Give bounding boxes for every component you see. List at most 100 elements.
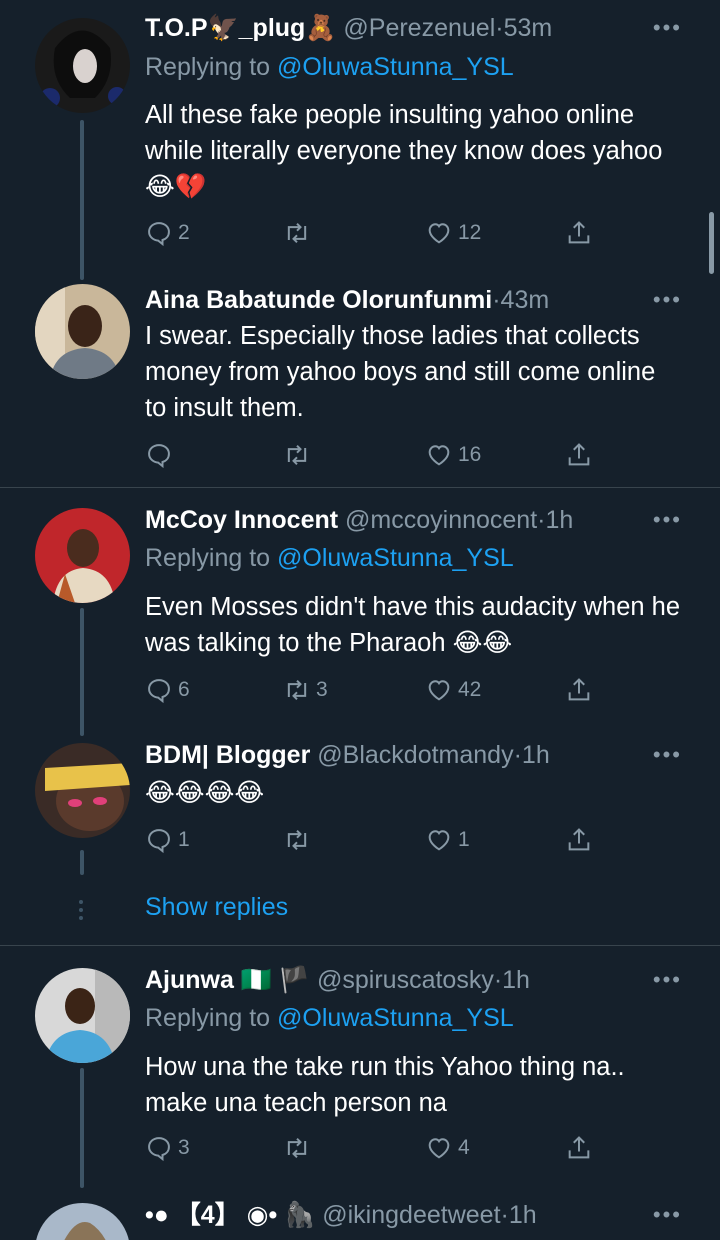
reply-button[interactable]: 1: [145, 820, 190, 860]
timestamp[interactable]: 43m: [501, 286, 550, 314]
emoji-laughing: 😂: [145, 173, 175, 201]
more-options-icon[interactable]: •••: [653, 500, 682, 540]
reply-icon: [148, 1137, 170, 1162]
mention-link[interactable]: @OluwaStunna_YSL: [277, 53, 514, 81]
share-icon: [568, 678, 590, 701]
retweet-icon: [287, 679, 307, 701]
timestamp[interactable]: 1h: [546, 506, 574, 534]
display-name[interactable]: Aina Babatunde Olorunfunmi: [145, 286, 492, 314]
share-button[interactable]: [565, 435, 593, 475]
avatar[interactable]: [35, 968, 130, 1063]
share-icon: [568, 1136, 590, 1159]
reply-button[interactable]: 3: [145, 1128, 190, 1168]
like-button[interactable]: 4: [425, 1128, 470, 1168]
share-button[interactable]: [565, 670, 593, 710]
reply-button[interactable]: 6: [145, 670, 190, 710]
reply-button[interactable]: [145, 435, 178, 475]
like-count: 12: [458, 221, 482, 244]
tweet-text: 😂😂😂😂: [145, 775, 680, 811]
user-handle[interactable]: @mccoyinnocent: [345, 506, 537, 534]
separator: ·: [500, 1201, 509, 1229]
tweet-header: BDM| Blogger @Blackdotmandy·1h: [145, 735, 650, 775]
mention-link[interactable]: @OluwaStunna_YSL: [277, 1004, 514, 1032]
user-handle[interactable]: @spiruscatosky: [317, 966, 494, 994]
retweet-button[interactable]: [283, 435, 316, 475]
reply-button[interactable]: 2: [145, 213, 190, 253]
tweet-1[interactable]: T.O.P🦅_plug🧸 @Perezenuel·53m ••• Replyin…: [0, 8, 720, 280]
user-handle[interactable]: @ikingdeetweet: [322, 1201, 500, 1229]
replying-to-label: Replying to: [145, 1004, 271, 1032]
thread-line: [80, 608, 84, 736]
action-bar: 1 1: [145, 820, 605, 860]
more-options-icon[interactable]: •••: [653, 960, 682, 1000]
replying-to: Replying to @OluwaStunna_YSL: [145, 53, 514, 82]
display-name[interactable]: McCoy Innocent: [145, 506, 338, 534]
user-handle[interactable]: @Blackdotmandy: [317, 741, 513, 769]
retweet-button[interactable]: [283, 213, 316, 253]
separator: ·: [513, 741, 522, 769]
more-options-icon[interactable]: •••: [653, 1195, 682, 1235]
timestamp[interactable]: 1h: [509, 1201, 537, 1229]
like-count: 4: [458, 1136, 470, 1159]
thread-line: [80, 850, 84, 875]
heart-icon: [428, 680, 450, 701]
like-button[interactable]: 12: [425, 213, 481, 253]
reply-count: 3: [178, 1136, 190, 1159]
timestamp[interactable]: 53m: [504, 14, 553, 42]
avatar[interactable]: [35, 1203, 130, 1240]
tweet-text-content: Even Mosses didn't have this audacity wh…: [145, 593, 681, 657]
emoji-laughing: 😂: [234, 779, 265, 807]
retweet-button[interactable]: [283, 820, 316, 860]
more-options-icon[interactable]: •••: [653, 8, 682, 48]
more-options-icon[interactable]: •••: [653, 280, 682, 320]
like-button[interactable]: 16: [425, 435, 481, 475]
divider: [0, 945, 720, 946]
tweet-6[interactable]: •● 【4】 ◉• 🦍 @ikingdeetweet·1h •••: [0, 1195, 720, 1240]
tweet-3[interactable]: McCoy Innocent @mccoyinnocent·1h ••• Rep…: [0, 500, 720, 736]
replying-to-label: Replying to: [145, 53, 271, 81]
mention-link[interactable]: @OluwaStunna_YSL: [277, 544, 514, 572]
display-name[interactable]: Ajunwa 🇳🇬 🏴: [145, 966, 310, 994]
display-name[interactable]: T.O.P🦅_plug🧸: [145, 14, 336, 42]
tweet-4[interactable]: BDM| Blogger @Blackdotmandy·1h ••• 😂😂😂😂 …: [0, 735, 720, 875]
reply-icon: [148, 444, 170, 469]
separator: ·: [493, 966, 503, 994]
avatar[interactable]: [35, 18, 130, 113]
tweet-text: How una the take run this Yahoo thing na…: [145, 1053, 625, 1117]
tweet-header: T.O.P🦅_plug🧸 @Perezenuel·53m: [145, 8, 650, 48]
retweet-button[interactable]: [283, 1128, 316, 1168]
display-name[interactable]: •● 【4】 ◉• 🦍: [145, 1201, 315, 1229]
reply-count: 2: [178, 221, 190, 244]
share-button[interactable]: [565, 213, 593, 253]
show-replies-link[interactable]: Show replies: [145, 893, 288, 922]
tweet-header: Ajunwa 🇳🇬 🏴 @spiruscatosky·1h: [145, 960, 650, 1000]
like-button[interactable]: 1: [425, 820, 470, 860]
like-count: 42: [458, 678, 482, 701]
tweet-5[interactable]: Ajunwa 🇳🇬 🏴 @spiruscatosky·1h ••• Replyi…: [0, 960, 720, 1188]
share-icon: [568, 443, 590, 466]
more-options-icon[interactable]: •••: [653, 735, 682, 775]
timestamp[interactable]: 1h: [502, 966, 530, 994]
separator: ·: [492, 286, 501, 314]
tweet-2[interactable]: Aina Babatunde Olorunfunmi·43m ••• I swe…: [0, 280, 720, 480]
share-button[interactable]: [565, 820, 593, 860]
retweet-button[interactable]: 3: [283, 670, 328, 710]
divider: [0, 487, 720, 488]
reply-icon: [148, 679, 170, 704]
share-button[interactable]: [565, 1128, 593, 1168]
tweet-header: McCoy Innocent @mccoyinnocent·1h: [145, 500, 650, 540]
scrollbar[interactable]: [709, 212, 714, 274]
timestamp[interactable]: 1h: [522, 741, 550, 769]
user-handle[interactable]: @Perezenuel: [343, 14, 495, 42]
like-button[interactable]: 42: [425, 670, 481, 710]
action-bar: 6 3 42: [145, 670, 605, 710]
action-bar: 2 12: [145, 213, 605, 253]
retweet-icon: [287, 829, 307, 851]
display-name[interactable]: BDM| Blogger: [145, 741, 310, 769]
avatar[interactable]: [35, 284, 130, 379]
reply-icon: [148, 829, 170, 854]
avatar[interactable]: [35, 508, 130, 603]
emoji-laughing: 😂: [452, 629, 483, 657]
avatar[interactable]: [35, 743, 130, 838]
tweet-text: I swear. Especially those ladies that co…: [145, 322, 656, 422]
